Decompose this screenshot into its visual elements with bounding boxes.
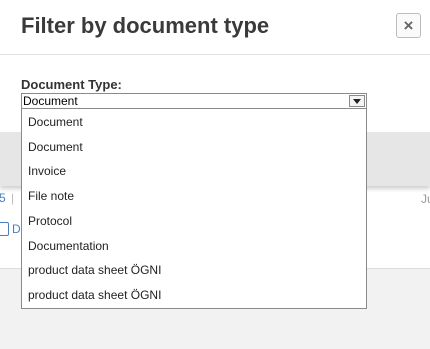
dropdown-option[interactable]: product data sheet ÖGNI	[28, 288, 161, 302]
dropdown-option[interactable]: Documentation	[28, 239, 109, 253]
modal-header: Filter by document type ×	[0, 0, 430, 55]
select-value: Document	[23, 94, 78, 108]
chevron-down-icon[interactable]	[349, 95, 365, 107]
arrow-triangle	[353, 98, 361, 104]
document-type-label: Document Type:	[21, 77, 122, 92]
close-icon: ×	[403, 16, 414, 35]
background-separator: |	[11, 191, 15, 205]
background-document-link[interactable]: D	[12, 222, 21, 236]
dropdown-option[interactable]: Protocol	[28, 214, 72, 228]
dropdown-option[interactable]: Document	[28, 140, 83, 154]
dropdown-option[interactable]: Document	[28, 115, 83, 129]
dropdown-option[interactable]: File note	[28, 189, 74, 203]
dropdown-option[interactable]: Invoice	[28, 164, 66, 178]
modal-title: Filter by document type	[21, 13, 270, 38]
close-button[interactable]: ×	[396, 13, 421, 38]
background-date-text: Ju	[421, 192, 430, 206]
background-count-link[interactable]: 5	[0, 191, 6, 205]
dropdown-option[interactable]: product data sheet ÖGNI	[28, 263, 161, 277]
document-type-dropdown: Document Document Invoice File note Prot…	[21, 109, 367, 309]
document-type-select[interactable]: Document	[21, 93, 367, 109]
download-icon[interactable]	[0, 222, 9, 236]
